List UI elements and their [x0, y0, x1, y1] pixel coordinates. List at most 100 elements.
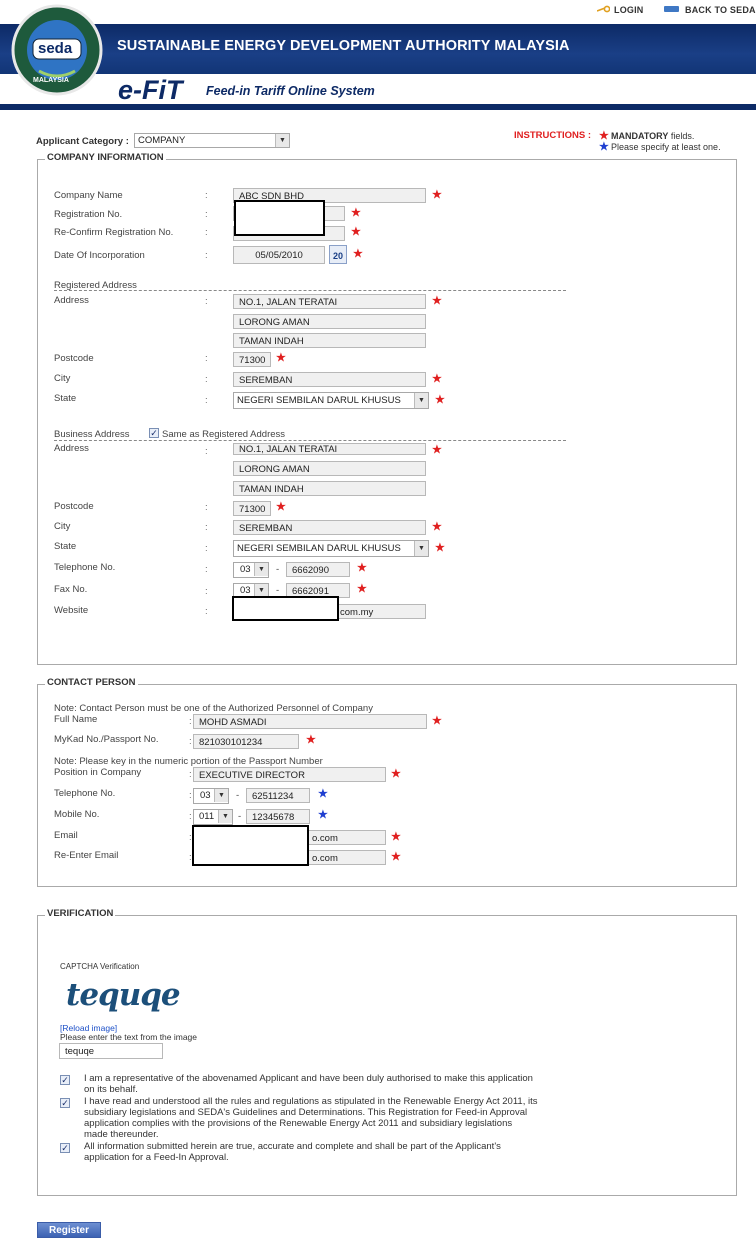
back-to-seda-link[interactable]: BACK TO SEDA — [685, 5, 756, 15]
seda-logo: seda MALAYSIA — [5, 3, 108, 97]
logo-text: seda — [38, 40, 73, 57]
date-of-incorporation-input[interactable]: 05/05/2010 — [233, 246, 325, 264]
captcha-image: tequqe — [66, 977, 181, 1013]
postcode-label: Postcode — [54, 353, 94, 364]
telephone-label: Telephone No. — [54, 562, 116, 573]
postcode-input[interactable]: 71300 — [233, 352, 271, 367]
chevron-down-icon: ▼ — [275, 134, 289, 147]
chevron-down-icon: ▼ — [414, 393, 428, 408]
chevron-down-icon: ▼ — [214, 789, 228, 802]
captcha-input[interactable]: tequqe — [59, 1043, 163, 1059]
redaction-box — [232, 596, 339, 621]
mobile-number-input[interactable]: 12345678 — [246, 809, 310, 824]
business-address-line2-input[interactable]: LORONG AMAN — [233, 461, 426, 476]
company-name-label: Company Name — [54, 190, 123, 201]
key-icon — [596, 5, 611, 13]
registration-no-label: Registration No. — [54, 209, 123, 220]
mykad-label: MyKad No./Passport No. — [54, 734, 159, 745]
required-star: ★ — [306, 734, 316, 746]
business-address-line1-input[interactable]: NO.1, JALAN TERATAI — [233, 443, 426, 455]
required-star: ★ — [391, 831, 401, 843]
required-star: ★ — [432, 521, 442, 533]
chevron-down-icon: ▼ — [414, 541, 428, 556]
same-as-registered-label: Same as Registered Address — [162, 429, 286, 440]
required-star: ★ — [432, 444, 442, 456]
applicant-category-label: Applicant Category : — [36, 136, 129, 147]
required-star: ★ — [432, 295, 442, 307]
efit-subtitle: Feed-in Tariff Online System — [206, 84, 375, 98]
chevron-down-icon: ▼ — [218, 810, 232, 823]
chevron-down-icon: ▼ — [254, 563, 268, 576]
agency-title: SUSTAINABLE ENERGY DEVELOPMENT AUTHORITY… — [117, 38, 570, 54]
company-information-legend: COMPANY INFORMATION — [45, 152, 166, 163]
business-state-select[interactable]: NEGERI SEMBILAN DARUL KHUSUS ▼ — [233, 540, 429, 557]
business-state-label: State — [54, 541, 77, 552]
required-star: ★ — [276, 501, 286, 513]
redaction-box — [192, 825, 309, 866]
position-label: Position in Company — [54, 767, 142, 778]
reenter-email-label: Re-Enter Email — [54, 850, 119, 861]
position-input[interactable]: EXECUTIVE DIRECTOR — [193, 767, 386, 782]
required-star: ★ — [351, 226, 361, 238]
city-input[interactable]: SEREMBAN — [233, 372, 426, 387]
contact-telephone-prefix-select[interactable]: 03 ▼ — [193, 788, 229, 804]
telephone-prefix-select[interactable]: 03 ▼ — [233, 562, 269, 578]
top-bar: LOGIN BACK TO SEDA — [0, 0, 756, 22]
verification-legend: VERIFICATION — [45, 908, 116, 919]
fax-label: Fax No. — [54, 584, 88, 595]
efit-logo-text: e-FiT — [118, 75, 183, 105]
business-postcode-input[interactable]: 71300 — [233, 501, 271, 516]
contact-person-legend: CONTACT PERSON — [45, 677, 138, 688]
declaration-2-text: I have read and understood all the rules… — [84, 1096, 538, 1140]
required-star: ★ — [276, 352, 286, 364]
full-name-label: Full Name — [54, 714, 98, 725]
at-least-one-star: ★ — [318, 809, 328, 821]
mobile-label: Mobile No. — [54, 809, 100, 820]
mobile-prefix-select[interactable]: 011 ▼ — [193, 809, 233, 825]
required-star: ★ — [432, 189, 442, 201]
full-name-input[interactable]: MOHD ASMADI — [193, 714, 427, 729]
date-of-incorporation-label: Date Of Incorporation — [54, 250, 145, 261]
header-divider — [0, 104, 756, 110]
required-star: ★ — [432, 715, 442, 727]
header-banner: SUSTAINABLE ENERGY DEVELOPMENT AUTHORITY… — [0, 24, 756, 74]
address-line1-input[interactable]: NO.1, JALAN TERATAI — [233, 294, 426, 309]
address-label: Address — [54, 295, 89, 306]
state-select[interactable]: NEGERI SEMBILAN DARUL KHUSUS ▼ — [233, 392, 429, 409]
business-city-input[interactable]: SEREMBAN — [233, 520, 426, 535]
city-label: City — [54, 373, 71, 384]
mykad-input[interactable]: 821030101234 — [193, 734, 299, 749]
business-address-line3-input[interactable]: TAMAN INDAH — [233, 481, 426, 496]
contact-note: Note: Contact Person must be one of the … — [54, 703, 373, 714]
business-city-label: City — [54, 521, 71, 532]
reconfirm-registration-label: Re-Confirm Registration No. — [54, 227, 174, 238]
captcha-label: CAPTCHA Verification — [60, 962, 140, 971]
declaration-3-checkbox[interactable]: ✓ — [60, 1143, 70, 1153]
address-line2-input[interactable]: LORONG AMAN — [233, 314, 426, 329]
applicant-category-value: COMPANY — [138, 135, 186, 146]
declaration-1-checkbox[interactable]: ✓ — [60, 1075, 70, 1085]
redaction-box — [234, 200, 325, 236]
email-label: Email — [54, 830, 78, 841]
required-star: ★ — [391, 851, 401, 863]
same-as-registered-checkbox[interactable]: ✓ — [149, 428, 159, 438]
required-star: ★ — [357, 583, 367, 595]
contact-telephone-label: Telephone No. — [54, 788, 116, 799]
at-least-one-star: ★ — [599, 141, 609, 153]
state-label: State — [54, 393, 77, 404]
register-button[interactable]: Register — [37, 1222, 101, 1238]
monitor-icon — [664, 5, 680, 14]
applicant-category-select[interactable]: COMPANY ▼ — [134, 133, 290, 148]
website-label: Website — [54, 605, 89, 616]
address-line3-input[interactable]: TAMAN INDAH — [233, 333, 426, 348]
declaration-3-text: All information submitted herein are tru… — [84, 1141, 501, 1163]
logo-country: MALAYSIA — [33, 77, 69, 84]
declaration-1-text: I am a representative of the abovenamed … — [84, 1073, 533, 1095]
declaration-2-checkbox[interactable]: ✓ — [60, 1098, 70, 1108]
telephone-number-input[interactable]: 6662090 — [286, 562, 350, 577]
required-star: ★ — [432, 373, 442, 385]
contact-telephone-input[interactable]: 62511234 — [246, 788, 310, 803]
calendar-icon[interactable]: 20 — [329, 245, 347, 264]
section-divider — [54, 290, 566, 291]
login-link[interactable]: LOGIN — [614, 5, 644, 15]
